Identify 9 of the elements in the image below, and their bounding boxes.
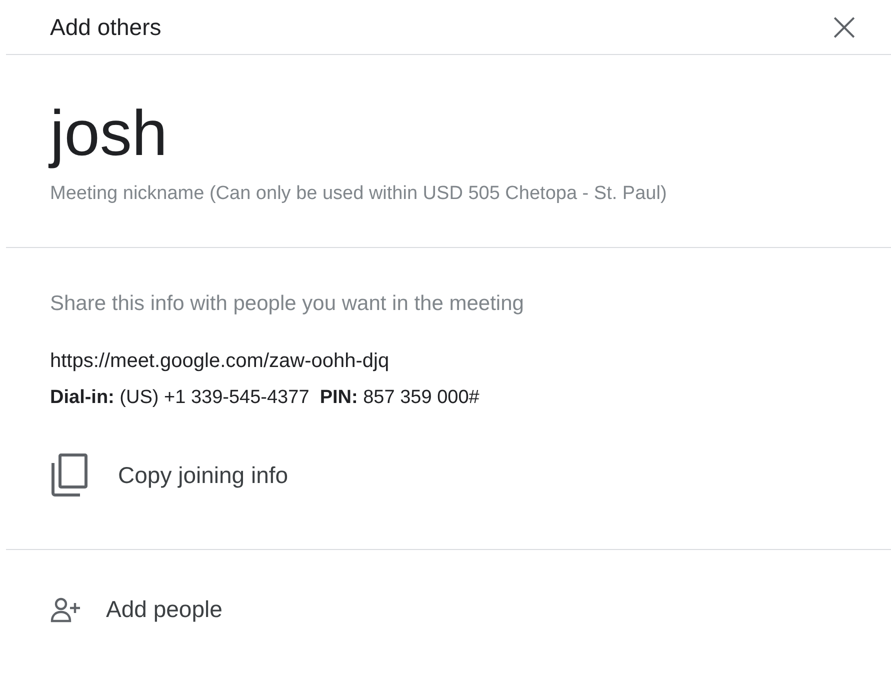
nickname-caption: Meeting nickname (Can only be used within USD 505 Chetopa - St. Paul) (50, 183, 667, 205)
copy-joining-info-button[interactable]: Copy joining info (50, 453, 288, 497)
close-button[interactable]: × (827, 7, 861, 47)
dialog-title: Add others (50, 14, 162, 40)
add-people-button[interactable]: Add people (50, 596, 222, 623)
add-person-icon (50, 596, 82, 622)
copy-icon (50, 453, 88, 497)
dial-in-info: Dial-in: (US) +1 339-545-4377 PIN: 857 359 000# (50, 387, 480, 409)
share-instructions: Share this info with people you want in the meeting (50, 292, 524, 316)
